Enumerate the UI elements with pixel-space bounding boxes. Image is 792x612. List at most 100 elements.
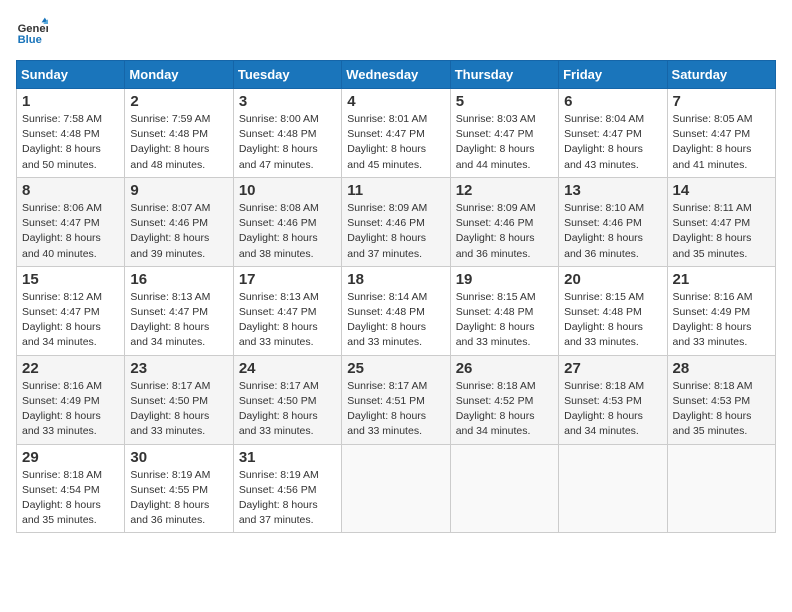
day-number: 5 <box>456 93 553 110</box>
day-info: Sunrise: 8:14 AMSunset: 4:48 PMDaylight:… <box>347 290 444 351</box>
calendar-cell <box>559 444 667 533</box>
calendar-table: SundayMondayTuesdayWednesdayThursdayFrid… <box>16 60 776 533</box>
day-info: Sunrise: 8:12 AMSunset: 4:47 PMDaylight:… <box>22 290 119 351</box>
calendar-cell: 25 Sunrise: 8:17 AMSunset: 4:51 PMDaylig… <box>342 355 450 444</box>
calendar-cell: 17 Sunrise: 8:13 AMSunset: 4:47 PMDaylig… <box>233 266 341 355</box>
day-info: Sunrise: 7:58 AMSunset: 4:48 PMDaylight:… <box>22 112 119 173</box>
day-number: 25 <box>347 360 444 377</box>
day-number: 12 <box>456 182 553 199</box>
calendar-week-1: 1 Sunrise: 7:58 AMSunset: 4:48 PMDayligh… <box>17 89 776 178</box>
calendar-cell <box>450 444 558 533</box>
header-tuesday: Tuesday <box>233 61 341 89</box>
day-info: Sunrise: 8:01 AMSunset: 4:47 PMDaylight:… <box>347 112 444 173</box>
day-info: Sunrise: 8:13 AMSunset: 4:47 PMDaylight:… <box>239 290 336 351</box>
calendar-cell: 24 Sunrise: 8:17 AMSunset: 4:50 PMDaylig… <box>233 355 341 444</box>
day-info: Sunrise: 8:16 AMSunset: 4:49 PMDaylight:… <box>22 379 119 440</box>
day-number: 4 <box>347 93 444 110</box>
calendar-cell: 20 Sunrise: 8:15 AMSunset: 4:48 PMDaylig… <box>559 266 667 355</box>
day-number: 28 <box>673 360 770 377</box>
day-info: Sunrise: 8:04 AMSunset: 4:47 PMDaylight:… <box>564 112 661 173</box>
calendar-cell: 14 Sunrise: 8:11 AMSunset: 4:47 PMDaylig… <box>667 177 775 266</box>
day-number: 10 <box>239 182 336 199</box>
day-number: 18 <box>347 271 444 288</box>
day-info: Sunrise: 8:03 AMSunset: 4:47 PMDaylight:… <box>456 112 553 173</box>
calendar-cell: 10 Sunrise: 8:08 AMSunset: 4:46 PMDaylig… <box>233 177 341 266</box>
day-info: Sunrise: 8:13 AMSunset: 4:47 PMDaylight:… <box>130 290 227 351</box>
logo: General Blue <box>16 16 48 48</box>
calendar-cell: 12 Sunrise: 8:09 AMSunset: 4:46 PMDaylig… <box>450 177 558 266</box>
calendar-cell: 6 Sunrise: 8:04 AMSunset: 4:47 PMDayligh… <box>559 89 667 178</box>
day-number: 13 <box>564 182 661 199</box>
day-info: Sunrise: 8:17 AMSunset: 4:51 PMDaylight:… <box>347 379 444 440</box>
day-number: 24 <box>239 360 336 377</box>
calendar-cell: 4 Sunrise: 8:01 AMSunset: 4:47 PMDayligh… <box>342 89 450 178</box>
day-number: 27 <box>564 360 661 377</box>
day-number: 19 <box>456 271 553 288</box>
day-number: 16 <box>130 271 227 288</box>
calendar-week-4: 22 Sunrise: 8:16 AMSunset: 4:49 PMDaylig… <box>17 355 776 444</box>
day-number: 14 <box>673 182 770 199</box>
svg-text:General: General <box>18 23 48 35</box>
day-info: Sunrise: 8:06 AMSunset: 4:47 PMDaylight:… <box>22 201 119 262</box>
calendar-cell: 1 Sunrise: 7:58 AMSunset: 4:48 PMDayligh… <box>17 89 125 178</box>
calendar-cell: 29 Sunrise: 8:18 AMSunset: 4:54 PMDaylig… <box>17 444 125 533</box>
day-number: 26 <box>456 360 553 377</box>
calendar-cell <box>342 444 450 533</box>
header-friday: Friday <box>559 61 667 89</box>
calendar-cell: 28 Sunrise: 8:18 AMSunset: 4:53 PMDaylig… <box>667 355 775 444</box>
day-info: Sunrise: 8:18 AMSunset: 4:52 PMDaylight:… <box>456 379 553 440</box>
calendar-week-2: 8 Sunrise: 8:06 AMSunset: 4:47 PMDayligh… <box>17 177 776 266</box>
day-number: 1 <box>22 93 119 110</box>
day-info: Sunrise: 8:16 AMSunset: 4:49 PMDaylight:… <box>673 290 770 351</box>
day-info: Sunrise: 8:09 AMSunset: 4:46 PMDaylight:… <box>347 201 444 262</box>
day-info: Sunrise: 8:10 AMSunset: 4:46 PMDaylight:… <box>564 201 661 262</box>
day-number: 9 <box>130 182 227 199</box>
header-wednesday: Wednesday <box>342 61 450 89</box>
day-number: 7 <box>673 93 770 110</box>
calendar-cell: 3 Sunrise: 8:00 AMSunset: 4:48 PMDayligh… <box>233 89 341 178</box>
calendar-cell: 16 Sunrise: 8:13 AMSunset: 4:47 PMDaylig… <box>125 266 233 355</box>
day-info: Sunrise: 8:18 AMSunset: 4:53 PMDaylight:… <box>673 379 770 440</box>
calendar-week-5: 29 Sunrise: 8:18 AMSunset: 4:54 PMDaylig… <box>17 444 776 533</box>
day-info: Sunrise: 8:09 AMSunset: 4:46 PMDaylight:… <box>456 201 553 262</box>
day-number: 31 <box>239 449 336 466</box>
calendar-cell: 31 Sunrise: 8:19 AMSunset: 4:56 PMDaylig… <box>233 444 341 533</box>
day-number: 30 <box>130 449 227 466</box>
calendar-cell: 7 Sunrise: 8:05 AMSunset: 4:47 PMDayligh… <box>667 89 775 178</box>
calendar-cell: 27 Sunrise: 8:18 AMSunset: 4:53 PMDaylig… <box>559 355 667 444</box>
day-info: Sunrise: 7:59 AMSunset: 4:48 PMDaylight:… <box>130 112 227 173</box>
calendar-week-3: 15 Sunrise: 8:12 AMSunset: 4:47 PMDaylig… <box>17 266 776 355</box>
day-number: 8 <box>22 182 119 199</box>
day-number: 29 <box>22 449 119 466</box>
day-number: 11 <box>347 182 444 199</box>
day-number: 22 <box>22 360 119 377</box>
calendar-cell: 9 Sunrise: 8:07 AMSunset: 4:46 PMDayligh… <box>125 177 233 266</box>
calendar-cell: 30 Sunrise: 8:19 AMSunset: 4:55 PMDaylig… <box>125 444 233 533</box>
calendar-cell: 21 Sunrise: 8:16 AMSunset: 4:49 PMDaylig… <box>667 266 775 355</box>
header-thursday: Thursday <box>450 61 558 89</box>
day-number: 2 <box>130 93 227 110</box>
day-info: Sunrise: 8:18 AMSunset: 4:54 PMDaylight:… <box>22 468 119 529</box>
day-number: 3 <box>239 93 336 110</box>
day-info: Sunrise: 8:05 AMSunset: 4:47 PMDaylight:… <box>673 112 770 173</box>
calendar-cell: 5 Sunrise: 8:03 AMSunset: 4:47 PMDayligh… <box>450 89 558 178</box>
header-saturday: Saturday <box>667 61 775 89</box>
calendar-cell: 8 Sunrise: 8:06 AMSunset: 4:47 PMDayligh… <box>17 177 125 266</box>
day-info: Sunrise: 8:15 AMSunset: 4:48 PMDaylight:… <box>564 290 661 351</box>
day-info: Sunrise: 8:11 AMSunset: 4:47 PMDaylight:… <box>673 201 770 262</box>
calendar-cell <box>667 444 775 533</box>
day-number: 21 <box>673 271 770 288</box>
day-number: 15 <box>22 271 119 288</box>
day-info: Sunrise: 8:19 AMSunset: 4:55 PMDaylight:… <box>130 468 227 529</box>
day-info: Sunrise: 8:18 AMSunset: 4:53 PMDaylight:… <box>564 379 661 440</box>
calendar-cell: 18 Sunrise: 8:14 AMSunset: 4:48 PMDaylig… <box>342 266 450 355</box>
calendar-cell: 13 Sunrise: 8:10 AMSunset: 4:46 PMDaylig… <box>559 177 667 266</box>
day-info: Sunrise: 8:08 AMSunset: 4:46 PMDaylight:… <box>239 201 336 262</box>
calendar-cell: 2 Sunrise: 7:59 AMSunset: 4:48 PMDayligh… <box>125 89 233 178</box>
header-monday: Monday <box>125 61 233 89</box>
day-info: Sunrise: 8:15 AMSunset: 4:48 PMDaylight:… <box>456 290 553 351</box>
header-sunday: Sunday <box>17 61 125 89</box>
day-number: 17 <box>239 271 336 288</box>
day-info: Sunrise: 8:19 AMSunset: 4:56 PMDaylight:… <box>239 468 336 529</box>
day-info: Sunrise: 8:17 AMSunset: 4:50 PMDaylight:… <box>130 379 227 440</box>
